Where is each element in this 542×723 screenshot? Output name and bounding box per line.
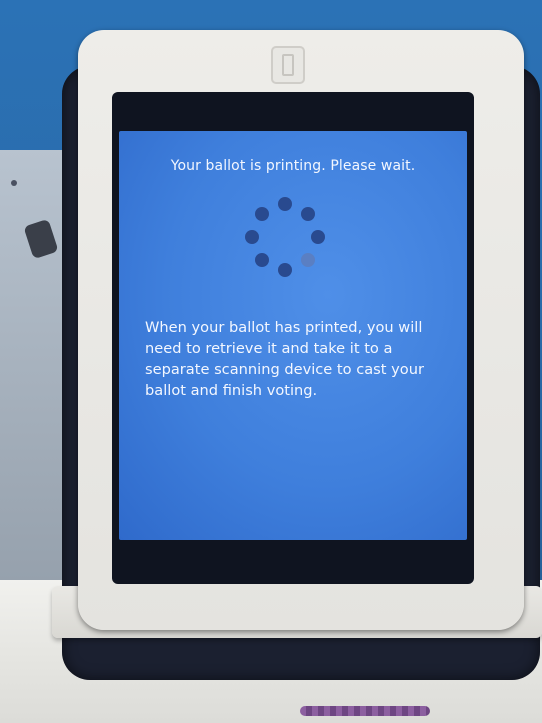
spinner-dot [311,230,325,244]
photo-scene: Your ballot is printing. Please wait. Wh… [0,0,542,723]
spinner-dot [245,230,259,244]
loading-spinner-icon [242,194,328,280]
spinner-dot [278,197,292,211]
ballot-printing-screen: Your ballot is printing. Please wait. Wh… [119,131,467,540]
spinner-dot [278,263,292,277]
frame-logo-tab-icon [271,46,305,84]
spinner-dot [254,206,269,221]
spinner-dot [254,253,269,268]
spinner-dot [301,206,316,221]
voting-instructions: When your ballot has printed, you will n… [145,319,424,399]
printing-status-message: Your ballot is printing. Please wait. [170,158,416,174]
spinner-dot [301,253,316,268]
cable [300,706,430,716]
screw-icon [11,180,17,186]
